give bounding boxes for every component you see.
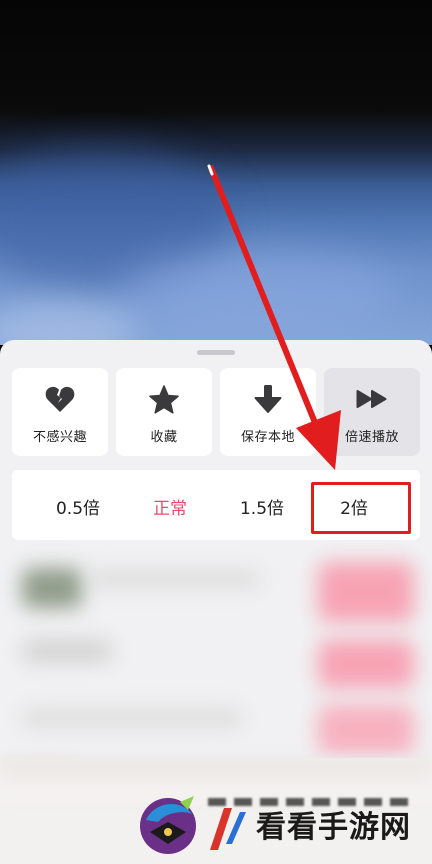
blurred-button: [318, 640, 414, 688]
blurred-text: [22, 710, 242, 726]
speed-option-1-5x[interactable]: 1.5倍: [217, 494, 307, 519]
favorite-button[interactable]: 收藏: [116, 368, 212, 456]
watermark-logo-icon: [140, 796, 196, 854]
broken-heart-icon: [44, 383, 76, 415]
watermark-text: 看看手游网: [256, 810, 411, 845]
not-interested-button[interactable]: 不感兴趣: [12, 368, 108, 456]
favorite-label: 收藏: [150, 430, 178, 445]
playback-speed-label: 倍速播放: [344, 430, 399, 445]
blurred-button: [318, 705, 414, 755]
not-interested-label: 不感兴趣: [32, 430, 87, 445]
watermark-slash-icon: [210, 808, 246, 850]
save-local-label: 保存本地: [240, 430, 295, 445]
action-row: 不感兴趣 收藏 保存本地 倍速播放: [12, 368, 420, 456]
speed-option-2x[interactable]: 2倍: [309, 494, 399, 519]
speed-options-row: 0.5倍 正常 1.5倍 2倍: [12, 470, 420, 540]
speed-option-normal[interactable]: 正常: [125, 494, 215, 519]
playback-speed-button[interactable]: 倍速播放: [324, 368, 420, 456]
blurred-text: [90, 572, 260, 586]
blurred-text: [22, 640, 112, 662]
fast-forward-icon: [356, 383, 388, 415]
video-blur-region: [120, 250, 400, 340]
blurred-button: [318, 562, 414, 622]
star-icon: [148, 383, 180, 415]
blurred-thumbnail: [22, 568, 82, 608]
video-blur-region: [0, 300, 140, 345]
sheet-drag-handle[interactable]: [197, 350, 235, 355]
speed-option-0-5x[interactable]: 0.5倍: [33, 494, 123, 519]
save-local-button[interactable]: 保存本地: [220, 368, 316, 456]
video-background: [0, 0, 432, 345]
download-arrow-icon: [252, 383, 284, 415]
site-watermark: 看看手游网: [130, 790, 430, 864]
